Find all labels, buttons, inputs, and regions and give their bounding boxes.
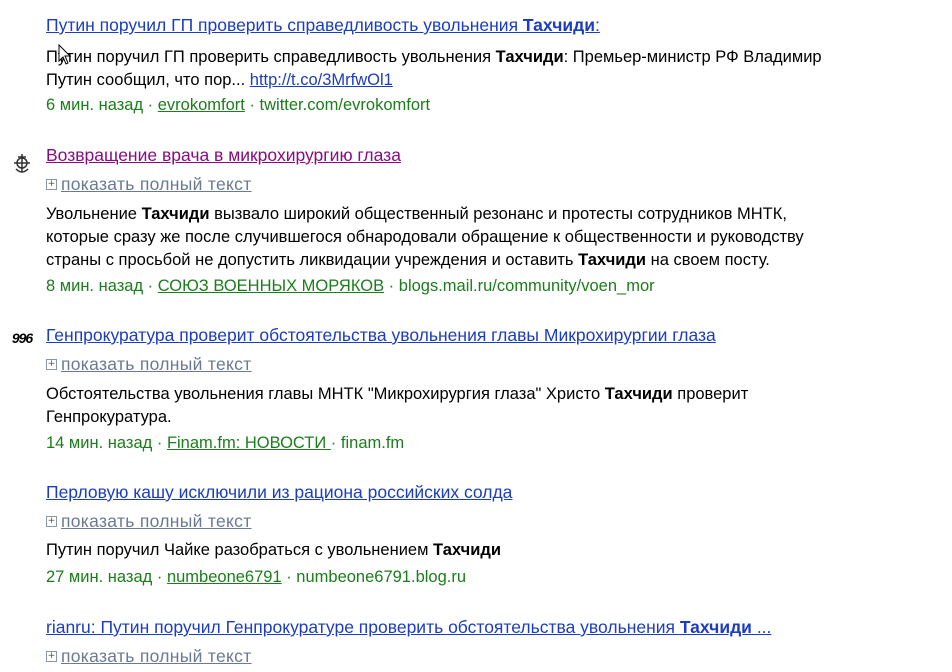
- title-text: :: [595, 15, 600, 35]
- show-full-text-toggle[interactable]: + показать полный текст: [46, 511, 252, 532]
- expand-label: показать полный текст: [61, 646, 252, 666]
- separator: ·: [281, 568, 297, 586]
- plus-box-icon: +: [46, 179, 57, 190]
- separator: ·: [330, 434, 341, 452]
- title-text: ...: [751, 617, 772, 637]
- snippet-highlight: Тахчиди: [495, 48, 564, 66]
- expand-label: показать полный текст: [61, 511, 252, 531]
- snippet-text: Обстоятельства увольнения главы МНТК "Ми…: [46, 385, 605, 403]
- snippet-text: : Премьер-министр РФ Владимир: [563, 48, 822, 66]
- result-meta: 8 мин. назад · СОЮЗ ВОЕННЫХ МОРЯКОВ · bl…: [46, 277, 655, 296]
- timestamp: 27 мин. назад: [46, 568, 153, 586]
- snippet-text: Увольнение: [46, 205, 142, 223]
- source-site: blogs.mail.ru/community/voen_mor: [398, 277, 655, 295]
- separator: ·: [152, 434, 167, 452]
- separator: ·: [143, 96, 158, 114]
- snippet-link[interactable]: http://t.co/3MrfwOl1: [250, 71, 393, 89]
- snippet-text: Путин поручил ГП проверить справедливост…: [46, 48, 496, 66]
- separator: ·: [384, 277, 399, 295]
- finam-logo-icon: 996: [8, 326, 36, 350]
- snippet-highlight: Тахчиди: [433, 541, 501, 559]
- plus-box-icon: +: [46, 516, 57, 527]
- snippet-text: страны с просьбой не допустить ликвидаци…: [46, 251, 579, 269]
- result-meta: 6 мин. назад · evrokomfort · twitter.com…: [46, 96, 430, 115]
- separator: ·: [244, 96, 260, 114]
- separator: ·: [152, 568, 167, 586]
- source-site: numbeone6791.blog.ru: [296, 568, 467, 586]
- result-snippet: Путин поручил ГП проверить справедливост…: [46, 46, 941, 92]
- title-text: Путин поручил ГП проверить справедливост…: [46, 15, 523, 35]
- timestamp: 6 мин. назад: [46, 96, 144, 114]
- author-link[interactable]: Finam.fm: НОВОСТИ: [167, 434, 331, 452]
- snippet-highlight: Тахчиди: [578, 251, 647, 269]
- author-link[interactable]: numbeone6791: [167, 568, 282, 586]
- snippet-text: проверит: [672, 385, 749, 403]
- timestamp: 8 мин. назад: [46, 277, 144, 295]
- snippet-text: которые сразу же после случившегося обна…: [46, 228, 804, 246]
- title-highlight: Тахчиди: [522, 15, 595, 35]
- timestamp: 14 мин. назад: [46, 434, 153, 452]
- result-title-link[interactable]: Генпрокуратура проверит обстоятельства у…: [46, 325, 716, 346]
- title-text: rianru: Путин поручил Генпрокуратуре про…: [46, 617, 680, 637]
- author-link[interactable]: evrokomfort: [158, 96, 245, 114]
- snippet-text: на своем посту.: [646, 251, 770, 269]
- snippet-text: Генпрокуратура.: [46, 408, 172, 426]
- title-highlight: Тахчиди: [679, 617, 752, 637]
- result-snippet: Обстоятельства увольнения главы МНТК "Ми…: [46, 383, 941, 429]
- snippet-highlight: Тахчиди: [141, 205, 210, 223]
- expand-label: показать полный текст: [61, 174, 252, 194]
- author-link[interactable]: СОЮЗ ВОЕННЫХ МОРЯКОВ: [158, 277, 384, 295]
- result-title-link[interactable]: Путин поручил ГП проверить справедливост…: [46, 15, 600, 36]
- source-site: finam.fm: [340, 434, 405, 452]
- snippet-text: Путин поручил Чайке разобраться с увольн…: [46, 541, 434, 559]
- finam-logo-text: 996: [11, 330, 33, 346]
- result-snippet: Увольнение Тахчиди вызвало широкий общес…: [46, 203, 941, 272]
- snippet-text: Путин сообщил, что пор...: [46, 71, 250, 89]
- result-meta: 27 мин. назад · numbeone6791 · numbeone6…: [46, 568, 466, 587]
- result-title-link[interactable]: rianru: Путин поручил Генпрокуратуре про…: [46, 617, 771, 638]
- separator: ·: [143, 277, 158, 295]
- result-snippet: Путин поручил Чайке разобраться с увольн…: [46, 539, 941, 562]
- result-title-link[interactable]: Возвращение врача в микрохирургию глаза: [46, 145, 401, 166]
- plus-box-icon: +: [46, 359, 57, 370]
- source-site: twitter.com/evrokomfort: [259, 96, 431, 114]
- expand-label: показать полный текст: [61, 354, 252, 374]
- plus-box-icon: +: [46, 651, 57, 662]
- snippet-text: вызвало широкий общественный резонанс и …: [209, 205, 787, 223]
- show-full-text-toggle[interactable]: + показать полный текст: [46, 354, 252, 375]
- show-full-text-toggle[interactable]: + показать полный текст: [46, 646, 252, 667]
- mouse-pointer-icon: [58, 44, 72, 65]
- show-full-text-toggle[interactable]: + показать полный текст: [46, 174, 252, 195]
- navy-emblem-icon: [8, 152, 36, 176]
- snippet-highlight: Тахчиди: [604, 385, 673, 403]
- result-title-link[interactable]: Перловую кашу исключили из рациона росси…: [46, 482, 512, 503]
- result-meta: 14 мин. назад · Finam.fm: НОВОСТИ · fina…: [46, 434, 404, 453]
